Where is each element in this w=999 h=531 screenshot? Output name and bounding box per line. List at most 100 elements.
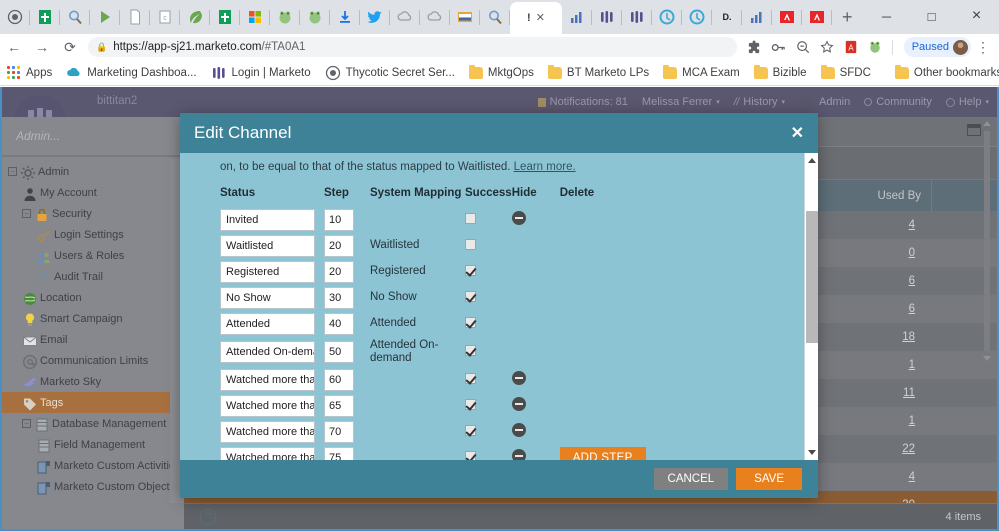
bookmark-item[interactable]: MktgOps (462, 62, 541, 84)
success-checkbox[interactable] (465, 239, 476, 250)
browser-tab[interactable]: c (150, 1, 180, 33)
browser-tab[interactable] (0, 1, 30, 33)
app-nav-item[interactable]: Notifications: 81 (537, 96, 628, 108)
used-by-link[interactable]: 4 (813, 471, 931, 483)
sidebar-item-communication-limits[interactable]: Communication Limits (2, 350, 184, 371)
chat-bubble-icon[interactable] (200, 508, 216, 525)
sidebar-item-security[interactable]: − Security (2, 203, 184, 224)
three-dot-menu-icon[interactable]: ⋮ (971, 35, 995, 59)
app-nav-item[interactable]: //History ▾ (734, 96, 785, 108)
grid-scroll-down-icon[interactable] (983, 356, 991, 361)
bookmark-item[interactable]: Marketing Dashboa... (59, 62, 203, 84)
success-checkbox[interactable] (465, 451, 476, 460)
browser-tab[interactable] (592, 1, 622, 33)
status-input[interactable]: Watched more than 10 minutes (220, 395, 315, 418)
add-step-button[interactable]: ADD STEP (559, 447, 646, 460)
hide-minus-icon[interactable] (511, 370, 526, 385)
used-by-link[interactable]: 1 (813, 359, 931, 371)
save-button[interactable]: SAVE (736, 468, 802, 490)
step-input[interactable]: 40 (324, 313, 354, 335)
status-input[interactable]: Registered (220, 261, 315, 283)
status-input[interactable]: Attended (220, 313, 315, 335)
used-by-link[interactable]: 6 (813, 275, 931, 287)
used-by-link[interactable]: 0 (813, 247, 931, 259)
sidebar-item-smart-campaign[interactable]: Smart Campaign (2, 308, 184, 329)
grid-scrollbar[interactable] (981, 121, 993, 361)
tree-collapse-icon[interactable]: − (22, 209, 31, 218)
bookmark-item[interactable]: Login | Marketo (204, 62, 318, 84)
browser-tab[interactable] (652, 1, 682, 33)
browser-tab[interactable] (180, 1, 210, 33)
used-by-link[interactable]: 11 (813, 387, 931, 399)
step-input[interactable]: 20 (324, 261, 354, 283)
step-input[interactable]: 70 (324, 421, 354, 444)
tab-close-icon[interactable]: ✕ (536, 12, 545, 24)
sidebar-item-my-account[interactable]: My Account (2, 182, 184, 203)
app-nav-item[interactable]: Melissa Ferrer ▾ (642, 96, 720, 108)
step-input[interactable]: 30 (324, 287, 354, 309)
step-input[interactable]: 60 (324, 369, 354, 392)
browser-tab[interactable] (240, 1, 270, 33)
maximize-button[interactable]: □ (909, 0, 954, 32)
browser-tab[interactable] (390, 1, 420, 33)
sidebar-item-login-settings[interactable]: Login Settings (2, 224, 184, 245)
hide-minus-icon[interactable] (511, 448, 526, 460)
used-by-link[interactable]: 6 (813, 303, 931, 315)
bookmark-item[interactable]: Thycotic Secret Ser... (318, 62, 462, 84)
sidebar-item-tags[interactable]: Tags (2, 392, 184, 413)
browser-tab[interactable] (742, 1, 772, 33)
pdf-icon[interactable]: A (839, 35, 863, 59)
browser-tab[interactable] (480, 1, 510, 33)
sidebar-item-database-management[interactable]: − Database Management (2, 413, 184, 434)
bookmark-star-icon[interactable] (815, 35, 839, 59)
status-input[interactable]: Watched more than 20 minutes (220, 447, 315, 460)
browser-tab[interactable] (60, 1, 90, 33)
sidebar-search-input[interactable]: Admin... (2, 117, 184, 157)
sidebar-item-audit-trail[interactable]: Audit Trail (2, 266, 184, 287)
close-icon[interactable]: ✕ (791, 123, 804, 143)
success-checkbox[interactable] (465, 213, 476, 224)
cancel-button[interactable]: CANCEL (653, 468, 729, 490)
app-nav-item[interactable]: Community (864, 96, 932, 108)
browser-tab[interactable] (562, 1, 592, 33)
bookmark-item[interactable]: MCA Exam (656, 62, 747, 84)
sidebar-item-users-roles[interactable]: Users & Roles (2, 245, 184, 266)
other-bookmarks-folder[interactable]: Other bookmarks (888, 62, 999, 84)
success-checkbox[interactable] (465, 317, 476, 328)
sidebar-item-field-management[interactable]: Field Management (2, 434, 184, 455)
status-input[interactable]: No Show (220, 287, 315, 309)
success-checkbox[interactable] (465, 373, 476, 385)
bookmark-item[interactable]: Bizible (747, 62, 814, 84)
app-nav-item[interactable]: Admin (799, 94, 850, 110)
status-input[interactable]: Watched more than 15 minutes (220, 421, 315, 444)
hide-minus-icon[interactable] (511, 422, 526, 437)
forward-button[interactable]: → (28, 34, 56, 60)
puzzle-icon[interactable] (743, 35, 767, 59)
step-input[interactable]: 75 (324, 447, 354, 460)
browser-tab[interactable] (270, 1, 300, 33)
new-tab-button[interactable]: + (832, 8, 863, 26)
browser-tab[interactable] (772, 1, 802, 33)
hide-minus-icon[interactable] (511, 210, 526, 225)
browser-tab[interactable] (802, 1, 832, 33)
frog-icon[interactable] (863, 35, 887, 59)
grid-scroll-track[interactable] (984, 131, 990, 351)
success-checkbox[interactable] (465, 291, 476, 302)
sidebar-item-admin[interactable]: − Admin (2, 161, 184, 182)
used-by-link[interactable]: 22 (813, 443, 931, 455)
window-restore-icon[interactable] (967, 124, 981, 136)
bookmark-item[interactable]: BT Marketo LPs (541, 62, 656, 84)
zoom-out-icon[interactable] (791, 35, 815, 59)
step-input[interactable]: 10 (324, 209, 354, 231)
sidebar-item-marketo-custom-objects[interactable]: Marketo Custom Objects (2, 476, 184, 497)
hide-minus-icon[interactable] (511, 396, 526, 411)
success-checkbox[interactable] (465, 345, 476, 357)
browser-tab[interactable] (120, 1, 150, 33)
browser-tab[interactable] (330, 1, 360, 33)
browser-tab-active[interactable]: ! ✕ (510, 2, 562, 34)
dialog-scrollbar[interactable] (804, 153, 818, 460)
sidebar-item-location[interactable]: Location (2, 287, 184, 308)
dialog-scroll-up-icon[interactable] (808, 158, 816, 163)
success-checkbox[interactable] (465, 265, 476, 276)
tree-collapse-icon[interactable]: − (8, 167, 17, 176)
